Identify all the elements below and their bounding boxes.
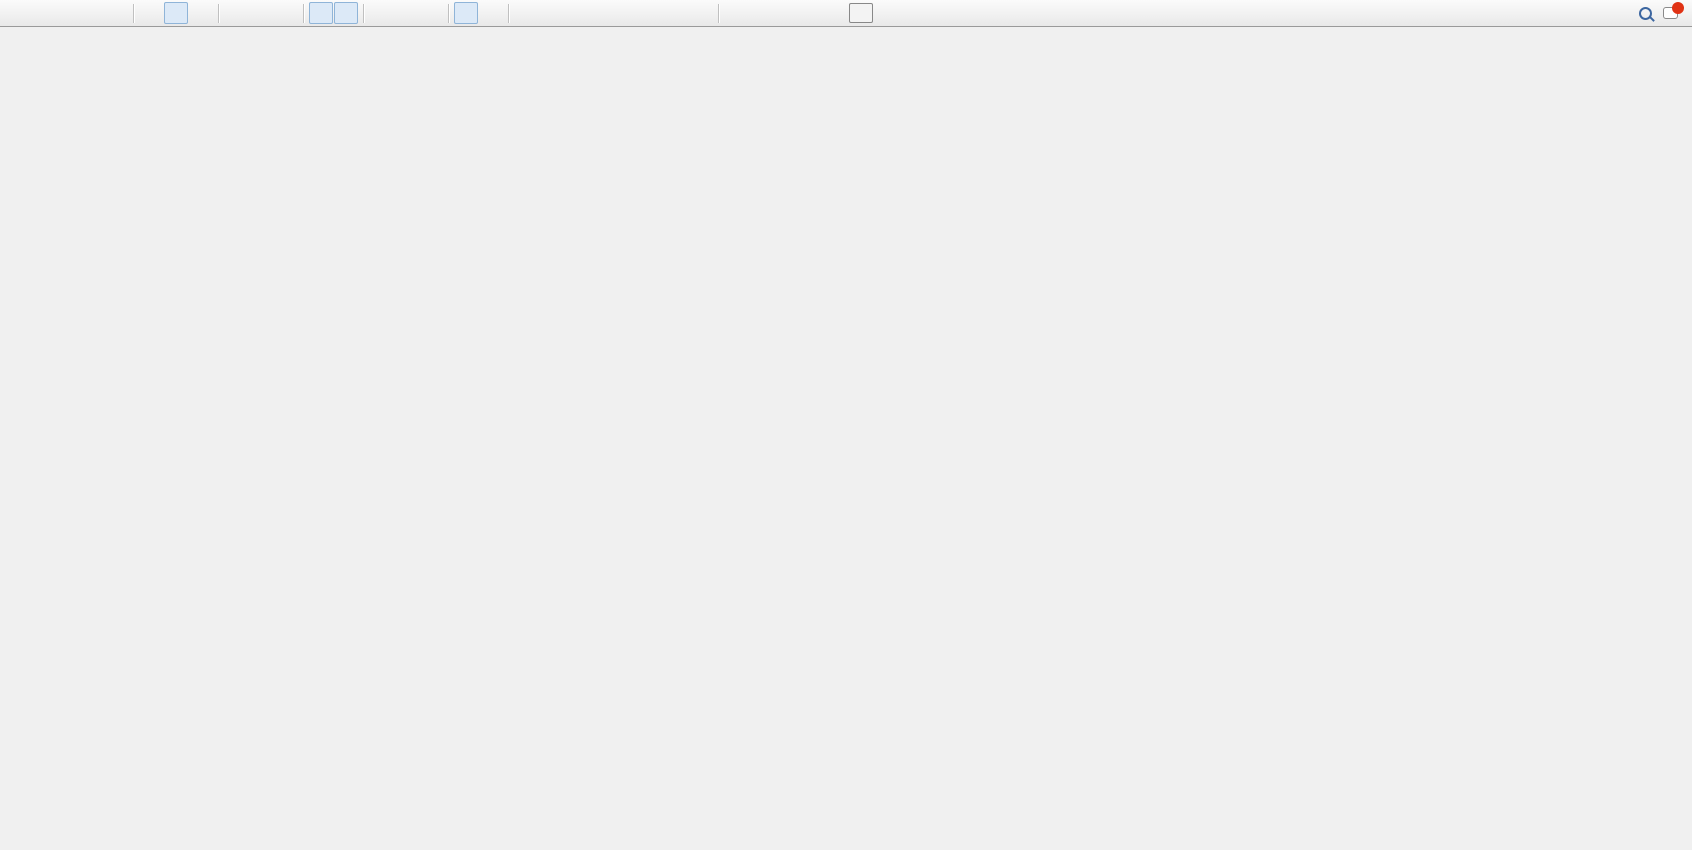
zoom-out-button[interactable] (249, 2, 273, 24)
periods-button[interactable] (394, 2, 418, 24)
zoom-in-button[interactable] (224, 2, 248, 24)
toolbar-separator (303, 4, 304, 23)
chart-title (7, 33, 15, 47)
timeframe-w1-button[interactable] (899, 3, 923, 23)
auto-trading-button[interactable] (104, 2, 128, 24)
timeframe-m1-button[interactable] (724, 3, 748, 23)
templates-button[interactable] (419, 2, 443, 24)
chart-shift-button[interactable] (334, 2, 358, 24)
timeframe-m5-button[interactable] (749, 3, 773, 23)
notifications-button[interactable] (1658, 2, 1682, 24)
new-order-button[interactable] (4, 2, 28, 24)
toolbar-separator (363, 4, 364, 23)
timeframe-h1-button[interactable] (824, 3, 848, 23)
tile-windows-button[interactable] (274, 2, 298, 24)
vertical-line-button[interactable] (514, 2, 538, 24)
toolbar-separator (718, 4, 719, 23)
equidistant-channel-button[interactable] (589, 2, 613, 24)
candlestick-chart-button[interactable] (164, 2, 188, 24)
community-button[interactable] (54, 2, 78, 24)
toolbar-separator (448, 4, 449, 23)
line-chart-button[interactable] (189, 2, 213, 24)
bar-chart-button[interactable] (139, 2, 163, 24)
arrows-tool-button[interactable] (689, 2, 713, 24)
chart-canvas[interactable] (0, 0, 1692, 850)
timeframe-h4-button[interactable] (849, 3, 873, 23)
horizontal-line-button[interactable] (539, 2, 563, 24)
toolbar (0, 0, 1692, 27)
label-tool-button[interactable] (664, 2, 688, 24)
crosshair-button[interactable] (479, 2, 503, 24)
signals-button[interactable] (79, 2, 103, 24)
search-icon (1639, 7, 1652, 20)
trendline-button[interactable] (564, 2, 588, 24)
auto-scroll-button[interactable] (309, 2, 333, 24)
search-button[interactable] (1633, 2, 1657, 24)
timeframe-d1-button[interactable] (874, 3, 898, 23)
timeframe-mn-button[interactable] (924, 3, 948, 23)
toolbar-separator (508, 4, 509, 23)
timeframe-m15-button[interactable] (774, 3, 798, 23)
indicators-button[interactable] (369, 2, 393, 24)
text-tool-button[interactable] (639, 2, 663, 24)
toolbar-separator (218, 4, 219, 23)
alerts-button[interactable] (29, 2, 53, 24)
timeframe-m30-button[interactable] (799, 3, 823, 23)
fibonacci-button[interactable] (614, 2, 638, 24)
notification-badge (1672, 2, 1684, 14)
cursor-button[interactable] (454, 2, 478, 24)
toolbar-separator (133, 4, 134, 23)
